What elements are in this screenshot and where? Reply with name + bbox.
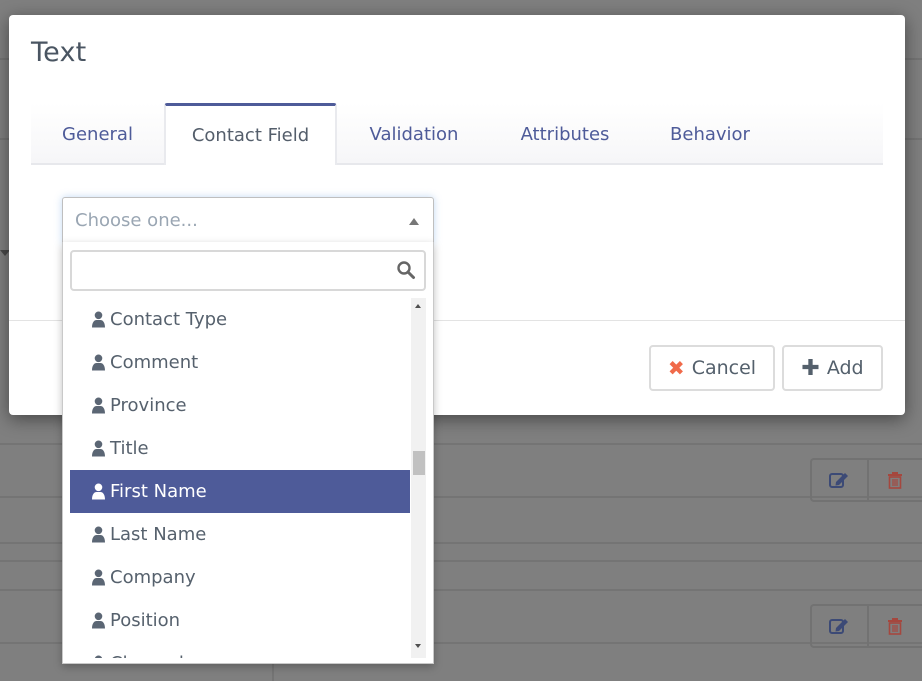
modal-title: Text bbox=[31, 37, 87, 68]
search-input[interactable] bbox=[72, 252, 392, 289]
tab-attributes[interactable]: Attributes bbox=[491, 103, 639, 165]
edit-icon bbox=[829, 619, 849, 634]
bg-edit-button bbox=[812, 606, 867, 646]
tab-validation[interactable]: Validation bbox=[337, 103, 491, 165]
user-icon bbox=[92, 569, 105, 586]
trash-icon bbox=[888, 472, 903, 489]
user-icon bbox=[92, 483, 105, 500]
user-icon bbox=[92, 397, 105, 414]
bg-delete-button bbox=[866, 606, 922, 646]
add-label: Add bbox=[826, 357, 864, 379]
user-icon bbox=[92, 526, 105, 543]
bg-row-actions bbox=[810, 604, 922, 648]
bg-row-actions bbox=[810, 458, 922, 502]
option-comment[interactable]: Comment bbox=[70, 341, 410, 384]
user-icon bbox=[92, 440, 105, 457]
select-dropdown: Contact Type Comment Province Title Firs… bbox=[62, 242, 434, 664]
user-icon bbox=[92, 354, 105, 371]
trash-icon bbox=[888, 618, 903, 635]
cancel-button[interactable]: ✖ Cancel bbox=[649, 345, 775, 391]
tab-behavior[interactable]: Behavior bbox=[639, 103, 781, 165]
search-icon bbox=[397, 261, 415, 279]
scroll-thumb[interactable] bbox=[413, 450, 425, 475]
user-icon bbox=[92, 311, 105, 328]
user-icon bbox=[92, 612, 105, 629]
caret-up-icon bbox=[409, 218, 419, 225]
tab-general[interactable]: General bbox=[31, 103, 164, 165]
add-button[interactable]: ✚ Add bbox=[782, 345, 883, 391]
bg-edit-button bbox=[812, 460, 867, 500]
cancel-label: Cancel bbox=[691, 357, 757, 379]
tab-contact-field[interactable]: Contact Field bbox=[164, 103, 337, 165]
tab-bar: General Contact Field Validation Attribu… bbox=[31, 103, 883, 165]
dropdown-scrollbar[interactable] bbox=[411, 298, 426, 658]
option-position[interactable]: Position bbox=[70, 599, 410, 642]
user-icon bbox=[94, 655, 103, 658]
options-list: Contact Type Comment Province Title Firs… bbox=[70, 298, 410, 658]
scroll-up-arrow-icon[interactable] bbox=[415, 304, 421, 308]
bg-divider bbox=[272, 664, 274, 681]
option-province[interactable]: Province bbox=[70, 384, 410, 427]
dropdown-search[interactable] bbox=[70, 250, 426, 291]
contact-field-select[interactable]: Choose one... bbox=[62, 197, 434, 243]
option-company[interactable]: Company bbox=[70, 556, 410, 599]
times-icon: ✖ bbox=[667, 356, 685, 380]
scroll-down-arrow-icon[interactable] bbox=[415, 644, 421, 648]
option-first-name[interactable]: First Name bbox=[70, 470, 410, 513]
edit-icon bbox=[829, 473, 849, 488]
option-last-name[interactable]: Last Name bbox=[70, 513, 410, 556]
select-placeholder: Choose one... bbox=[75, 210, 198, 231]
bg-delete-button bbox=[866, 460, 922, 500]
plus-icon: ✚ bbox=[801, 355, 820, 381]
option-channel[interactable]: Channel bbox=[70, 642, 410, 658]
option-contact-type[interactable]: Contact Type bbox=[70, 298, 410, 341]
option-title[interactable]: Title bbox=[70, 427, 410, 470]
